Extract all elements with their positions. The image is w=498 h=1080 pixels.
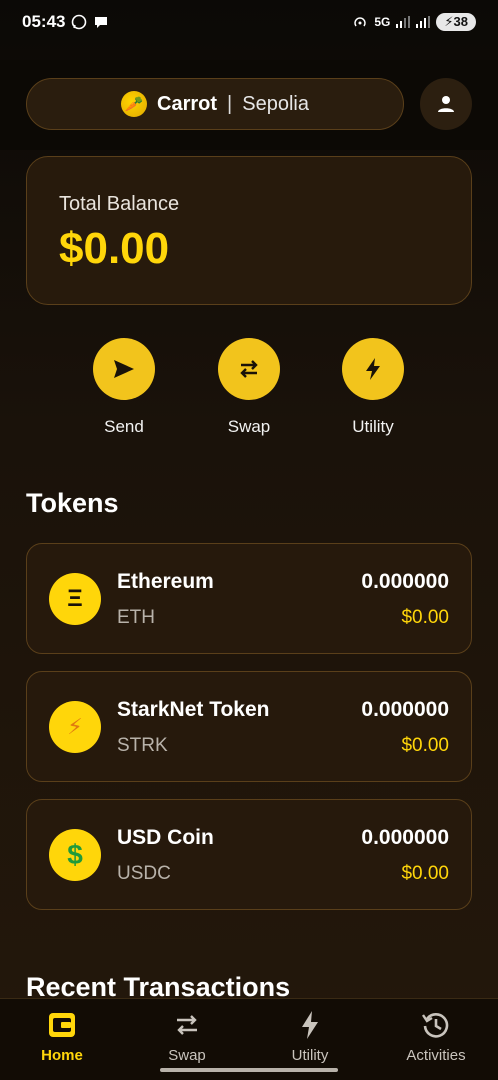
bolt-icon [342, 338, 404, 400]
token-value: $0.00 [401, 607, 449, 628]
battery-level: 38 [453, 14, 468, 29]
home-indicator [160, 1068, 338, 1072]
send-icon [93, 338, 155, 400]
user-icon [438, 96, 454, 112]
usd-coin-icon: $ [49, 829, 101, 881]
nav-utility-label: Utility [291, 1047, 329, 1064]
nav-home-label: Home [41, 1047, 83, 1064]
bolt-icon [260, 1009, 360, 1041]
token-row-ethereum[interactable]: Ξ Ethereum ETH 0.000000 $0.00 [26, 543, 472, 654]
utility-action-button[interactable]: Utility [323, 338, 423, 437]
token-symbol: USDC [117, 863, 171, 884]
battery-indicator: ⚡38 [436, 13, 476, 31]
wallet-icon [12, 1009, 112, 1041]
network-type: 5G [374, 15, 391, 29]
balance-value: $0.00 [59, 224, 170, 273]
quick-actions: Send Swap Utility [0, 338, 498, 438]
token-amount: 0.000000 [361, 826, 449, 849]
tokens-title: Tokens [26, 488, 119, 518]
history-icon [386, 1009, 486, 1041]
swap-icon [137, 1009, 237, 1041]
token-value: $0.00 [401, 735, 449, 756]
token-value: $0.00 [401, 863, 449, 884]
network-selector[interactable]: 🥕 Carrot | Sepolia [26, 78, 404, 130]
carrot-logo-icon: 🥕 [121, 91, 148, 117]
token-row-usd-coin[interactable]: $ USD Coin USDC 0.000000 $0.00 [26, 799, 472, 910]
app-name: Carrot [157, 92, 218, 115]
hotspot-icon [354, 17, 367, 27]
token-name: StarkNet Token [117, 698, 270, 721]
whatsapp-icon [72, 14, 87, 30]
swap-icon [218, 338, 280, 400]
chat-icon [95, 17, 108, 28]
status-time: 05:43 [22, 12, 66, 31]
nav-activities[interactable]: Activities [386, 1009, 486, 1064]
balance-card: Total Balance $0.00 [26, 156, 472, 305]
status-bar: 05:43 5G ⚡38 [0, 0, 498, 44]
nav-home[interactable]: Home [12, 1009, 112, 1064]
signal-icon-2 [416, 16, 431, 28]
token-name: USD Coin [117, 826, 214, 849]
nav-swap-label: Swap [168, 1047, 206, 1064]
nav-activities-label: Activities [406, 1047, 466, 1064]
nav-swap[interactable]: Swap [137, 1009, 237, 1064]
header-separator: | [227, 92, 233, 115]
token-name: Ethereum [117, 570, 214, 593]
starknet-icon: ⚡ [49, 701, 101, 753]
utility-label: Utility [352, 417, 394, 436]
swap-label: Swap [227, 417, 271, 436]
swap-action-button[interactable]: Swap [199, 338, 299, 437]
balance-label: Total Balance [59, 193, 180, 215]
network-name: Sepolia [242, 92, 309, 115]
token-row-starknet[interactable]: ⚡ StarkNet Token STRK 0.000000 $0.00 [26, 671, 472, 782]
profile-button[interactable] [420, 78, 472, 130]
token-symbol: STRK [117, 735, 168, 756]
ethereum-icon: Ξ [49, 573, 101, 625]
send-action-button[interactable]: Send [74, 338, 174, 437]
send-label: Send [104, 417, 144, 436]
nav-utility[interactable]: Utility [260, 1009, 360, 1064]
token-amount: 0.000000 [361, 698, 449, 721]
token-symbol: ETH [117, 607, 155, 628]
signal-icon [396, 16, 411, 28]
token-amount: 0.000000 [361, 570, 449, 593]
